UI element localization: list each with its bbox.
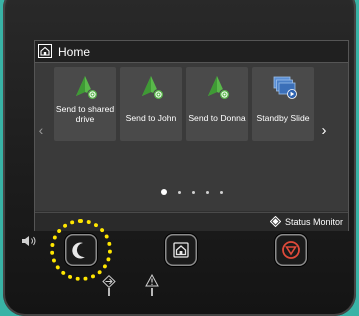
volume-icon[interactable] [21, 234, 39, 248]
stop-button[interactable] [275, 234, 307, 266]
send-user-icon [142, 76, 164, 100]
tile-label: Send to Donna [188, 113, 246, 123]
tile-send-to-shared-drive[interactable]: Send to shared drive [54, 67, 116, 141]
tile-label: Send to shared drive [55, 104, 115, 124]
slideshow-icon [273, 76, 297, 99]
status-monitor-label: Status Monitor [284, 216, 343, 227]
page-title: Home [58, 45, 91, 59]
page-indicator [35, 187, 348, 197]
error-indicator-icon [145, 274, 159, 287]
tile-area: ‹ Send to shared drive Send to John Send… [35, 63, 348, 211]
page-dot[interactable] [177, 190, 181, 194]
stop-icon [282, 241, 300, 259]
tile-label: Send to John [125, 113, 177, 123]
next-page-arrow[interactable]: › [317, 115, 331, 145]
indicator-connector [151, 288, 153, 296]
page-dot-active[interactable] [160, 189, 167, 195]
tile-label: Standby Slide [256, 113, 310, 123]
touch-screen: Home ‹ Send to shared drive Send to John [34, 40, 349, 231]
indicator-connector [108, 288, 110, 296]
screen-header: Home [35, 41, 348, 63]
tile-send-to-john[interactable]: Send to John [120, 67, 182, 141]
tile-send-to-donna[interactable]: Send to Donna [186, 67, 248, 141]
home-button[interactable] [165, 234, 197, 266]
status-monitor-icon [269, 216, 281, 227]
home-icon [173, 242, 189, 258]
send-shared-drive-icon [76, 76, 98, 100]
previous-page-arrow[interactable]: ‹ [34, 115, 48, 145]
page-dot[interactable] [191, 190, 195, 194]
data-indicator-icon [102, 275, 116, 288]
status-monitor-button[interactable]: Status Monitor [269, 216, 343, 227]
tile-standby-slide[interactable]: Standby Slide [252, 67, 314, 141]
page-dot[interactable] [219, 190, 223, 194]
send-user-icon [208, 76, 230, 100]
highlight-ring [50, 219, 112, 281]
page-dot[interactable] [205, 190, 209, 194]
home-icon [38, 44, 52, 58]
